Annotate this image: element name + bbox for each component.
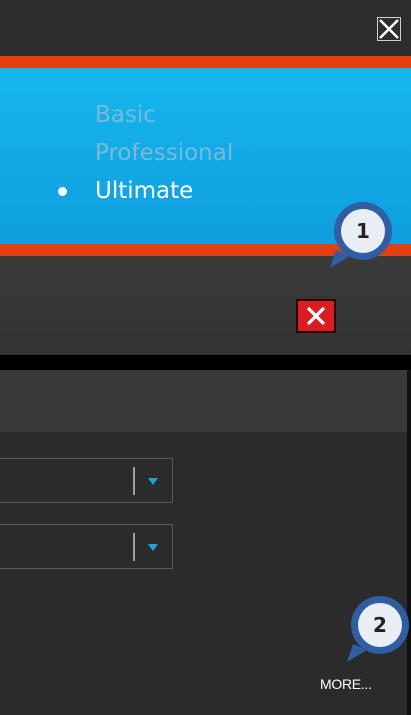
callout-badge-2: 2 xyxy=(345,594,411,664)
close-x-icon xyxy=(377,17,401,41)
more-link[interactable]: MORE... xyxy=(320,676,372,692)
chevron-down-icon[interactable] xyxy=(148,544,158,551)
banner-top-border xyxy=(0,56,411,68)
edition-ultimate[interactable]: Ultimate xyxy=(57,172,233,210)
dropdown-1[interactable] xyxy=(0,458,173,503)
callout-number-2: 2 xyxy=(373,613,387,637)
toolbar-strip xyxy=(0,256,411,355)
callout-number-1: 1 xyxy=(356,219,370,243)
panel-header xyxy=(0,370,407,432)
top-bar xyxy=(0,0,411,56)
red-close-icon xyxy=(307,307,325,325)
separator-bar xyxy=(0,355,411,370)
edition-basic[interactable]: Basic xyxy=(95,96,233,134)
edition-list: Basic Professional Ultimate xyxy=(57,96,233,210)
chevron-down-icon[interactable] xyxy=(148,478,158,485)
callout-badge-1: 1 xyxy=(328,200,398,270)
dropdown-1-divider xyxy=(133,467,135,495)
dropdown-2-divider xyxy=(133,533,135,561)
red-close-button[interactable] xyxy=(296,299,336,333)
dropdown-2[interactable] xyxy=(0,524,173,569)
edition-professional[interactable]: Professional xyxy=(95,134,233,172)
window-close-button[interactable] xyxy=(376,16,402,42)
